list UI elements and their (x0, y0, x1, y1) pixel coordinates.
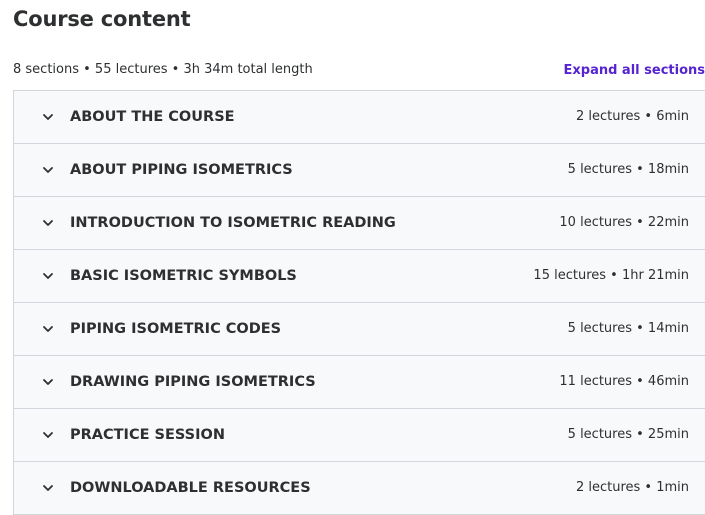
chevron-down-icon (43, 273, 53, 279)
chevron-down-icon (43, 379, 53, 385)
section-meta: 2 lectures • 6min (575, 109, 689, 124)
section-row[interactable]: INTRODUCTION TO ISOMETRIC READING 10 lec… (14, 197, 705, 250)
section-meta: 11 lectures • 46min (559, 374, 689, 389)
section-title: PIPING ISOMETRIC CODES (70, 321, 282, 337)
chevron-down-icon (43, 326, 53, 332)
chevron-down-icon (43, 167, 53, 173)
section-meta: 10 lectures • 22min (559, 215, 689, 230)
chevron-down-icon (43, 220, 53, 226)
section-meta: 5 lectures • 18min (567, 162, 689, 177)
chevron-down-icon (43, 432, 53, 438)
chevron-down-icon (43, 114, 53, 120)
section-row[interactable]: BASIC ISOMETRIC SYMBOLS 15 lectures • 1h… (14, 250, 705, 303)
section-title: ABOUT PIPING ISOMETRICS (70, 162, 293, 178)
section-meta: 15 lectures • 1hr 21min (533, 268, 689, 283)
section-row[interactable]: PRACTICE SESSION 5 lectures • 25min (14, 409, 705, 462)
section-meta: 5 lectures • 14min (567, 321, 689, 336)
course-sections-list: ABOUT THE COURSE 2 lectures • 6min ABOUT… (13, 90, 705, 515)
section-row[interactable]: ABOUT PIPING ISOMETRICS 5 lectures • 18m… (14, 144, 705, 197)
section-title: PRACTICE SESSION (70, 427, 225, 443)
section-row[interactable]: ABOUT THE COURSE 2 lectures • 6min (14, 91, 705, 144)
section-row[interactable]: DOWNLOADABLE RESOURCES 2 lectures • 1min (14, 462, 705, 515)
section-title: DRAWING PIPING ISOMETRICS (70, 374, 316, 390)
page-title: Course content (13, 7, 191, 31)
section-title: INTRODUCTION TO ISOMETRIC READING (70, 215, 396, 231)
section-title: ABOUT THE COURSE (70, 109, 235, 125)
section-title: BASIC ISOMETRIC SYMBOLS (70, 268, 297, 284)
expand-all-sections-button[interactable]: Expand all sections (564, 61, 705, 81)
section-row[interactable]: PIPING ISOMETRIC CODES 5 lectures • 14mi… (14, 303, 705, 356)
section-row[interactable]: DRAWING PIPING ISOMETRICS 11 lectures • … (14, 356, 705, 409)
course-summary: 8 sections • 55 lectures • 3h 34m total … (13, 62, 313, 77)
section-title: DOWNLOADABLE RESOURCES (70, 480, 311, 496)
section-meta: 2 lectures • 1min (575, 480, 689, 495)
section-meta: 5 lectures • 25min (567, 427, 689, 442)
chevron-down-icon (43, 485, 53, 491)
course-summary-bar: 8 sections • 55 lectures • 3h 34m total … (13, 60, 705, 80)
